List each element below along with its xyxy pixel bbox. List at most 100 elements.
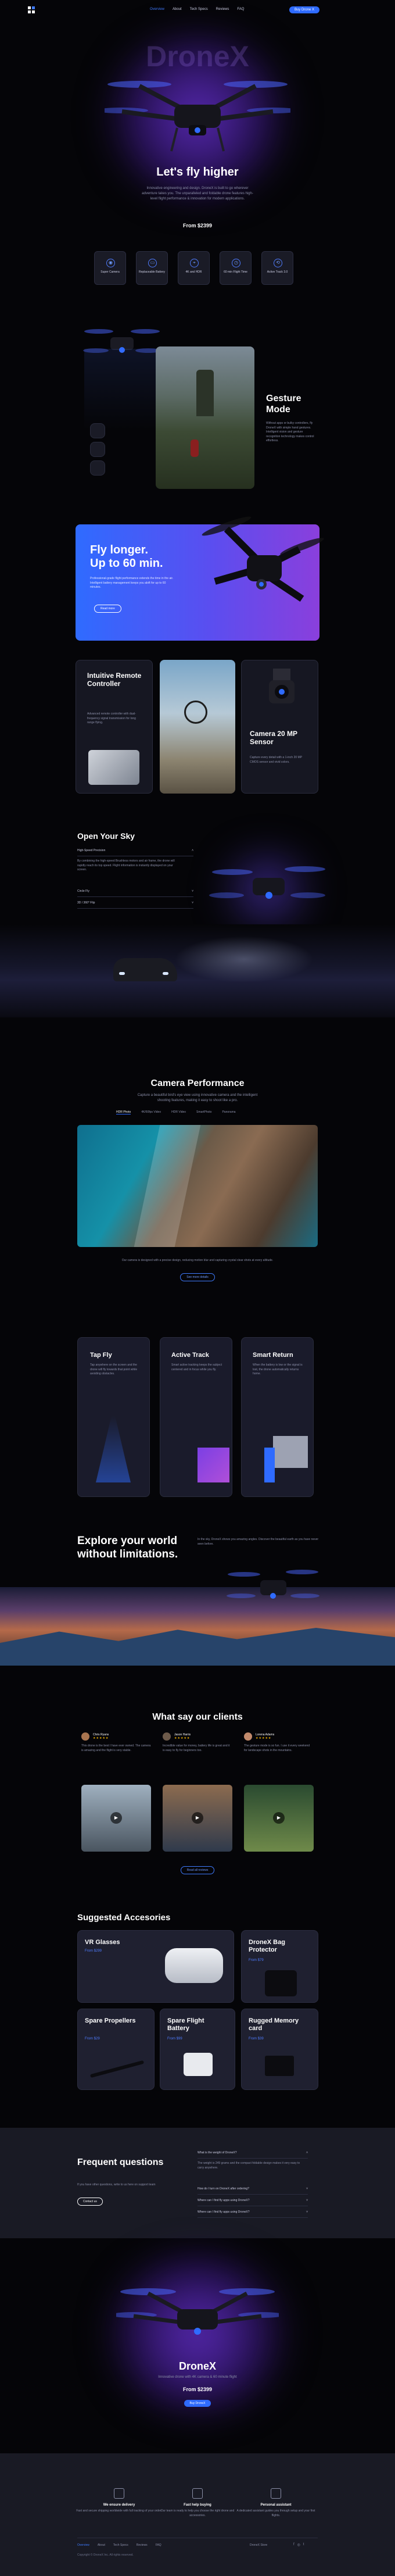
- footer-link[interactable]: Reviews: [137, 2543, 148, 2547]
- tab-4k-video[interactable]: 4K/60fps Video: [141, 1110, 161, 1114]
- assistant-icon: [271, 2488, 281, 2499]
- battery-icon: ▭: [148, 259, 157, 267]
- fly-longer-button[interactable]: Read more: [94, 605, 121, 613]
- faq-item[interactable]: Where can I find fly apps using DroneX? ˅: [198, 2210, 308, 2218]
- fly-longer-text: Professional-grade flight performance ex…: [90, 577, 174, 589]
- accessory-propellers[interactable]: Spare Propellers From $29: [77, 2009, 155, 2090]
- explore-text: In the sky, DroneX shows you amazing ang…: [198, 1538, 319, 1546]
- activetrack-shape: [198, 1448, 229, 1482]
- chevron-down-icon: ˅: [306, 2199, 308, 2202]
- mode-card-smartreturn: [241, 1337, 314, 1497]
- copyright: Copyright © DroneX Inc. All rights reser…: [77, 2553, 134, 2557]
- mode-text: Smart active tracking keeps the subject …: [171, 1363, 222, 1371]
- logo[interactable]: [28, 6, 35, 13]
- read-reviews-button[interactable]: Read all reviews: [180, 1866, 215, 1874]
- footer-link[interactable]: About: [98, 2543, 105, 2547]
- gesture-icon-photo[interactable]: [90, 460, 105, 476]
- car-shape: [113, 958, 177, 981]
- social-icons: f ◎ t: [293, 2543, 304, 2547]
- chevron-down-icon: ˅: [306, 2187, 308, 2191]
- twitter-icon[interactable]: t: [303, 2543, 304, 2547]
- avatar: [163, 1732, 171, 1741]
- see-details-button[interactable]: See more details: [180, 1273, 215, 1281]
- camera-perf-text: Capture a beautiful bird's eye view usin…: [137, 1094, 258, 1102]
- remote-text: Advanced remote controller with dual-fre…: [87, 712, 136, 724]
- headlight: [163, 972, 168, 975]
- accessory-bag[interactable]: DroneX Bag Protector From $79: [241, 1930, 318, 2003]
- feature-card: ⟲ Active Track 3.0: [261, 251, 293, 285]
- accessory-battery[interactable]: Spare Flight Battery From $99: [160, 2009, 235, 2090]
- feature-card: ◷ 60 min Flight Time: [220, 251, 252, 285]
- fly-longer-title: Fly longer. Up to 60 min.: [90, 544, 163, 570]
- nav-link-about[interactable]: About: [173, 8, 182, 11]
- propeller-image: [89, 2060, 145, 2078]
- camera-gimbal-image: [269, 669, 295, 703]
- tab-panorama[interactable]: Panorama: [222, 1110, 235, 1114]
- smartreturn-shape: [273, 1436, 308, 1468]
- nav-link-overview[interactable]: Overview: [150, 8, 164, 11]
- faq-item-open[interactable]: What is the weight of DroneX? ˄: [198, 2151, 308, 2159]
- chevron-down-icon: ˅: [192, 901, 193, 905]
- clock-icon: ◷: [232, 259, 240, 267]
- play-icon[interactable]: ▶: [110, 1812, 122, 1824]
- camera-perf-button-wrap: See more details: [0, 1273, 395, 1281]
- gps-icon: ⌖: [190, 259, 199, 267]
- contact-button[interactable]: Contact us: [77, 2198, 103, 2206]
- gesture-photo: [156, 346, 254, 489]
- avatar: [244, 1732, 252, 1741]
- biker-photo: [160, 660, 235, 794]
- stars: ★★★★★: [174, 1737, 191, 1740]
- review-video-3[interactable]: ▶: [244, 1785, 314, 1852]
- review-video-1[interactable]: ▶: [81, 1785, 151, 1852]
- vr-glasses-image: [165, 1948, 223, 1983]
- sky-item-flip[interactable]: 3D / 360° Flip ˅: [77, 901, 193, 909]
- accessory-vr-glasses[interactable]: VR Glasses From $299: [77, 1930, 234, 2003]
- tab-hdr-video[interactable]: HDR Video: [171, 1110, 186, 1114]
- remote-photo: [88, 750, 139, 785]
- mode-title: Smart Return: [253, 1352, 293, 1359]
- instagram-icon[interactable]: ◎: [297, 2543, 300, 2547]
- footer-link[interactable]: Overview: [77, 2543, 89, 2547]
- facebook-icon[interactable]: f: [293, 2543, 295, 2547]
- final-drone-image: [116, 2288, 279, 2335]
- buy-button[interactable]: Buy Drone X: [289, 6, 319, 13]
- feature-card: ◉ Super Camera: [94, 251, 126, 285]
- faq-item[interactable]: Where can I find fly apps using DroneX? ˅: [198, 2199, 308, 2206]
- reviews-button-wrap: Read all reviews: [0, 1866, 395, 1874]
- final-button-wrap: Buy DroneX: [0, 2400, 395, 2407]
- nav-links: Overview About Tech Specs Reviews FAQ: [150, 8, 244, 11]
- final-text: Innovative drone with 4K camera & 60 min…: [158, 2375, 237, 2379]
- footer-link[interactable]: FAQ: [156, 2543, 161, 2547]
- sky-item-circle[interactable]: Circle Fly ˅: [77, 889, 193, 897]
- chevron-down-icon: ˅: [306, 2210, 308, 2214]
- battery-image: [184, 2053, 213, 2076]
- smoke: [174, 936, 314, 982]
- tab-hdr-photo[interactable]: HDR Photo: [116, 1110, 131, 1114]
- gesture-icon-palm[interactable]: [90, 442, 105, 457]
- footer-link[interactable]: Tech Specs: [113, 2543, 128, 2547]
- footer-right: DroneX Store: [250, 2543, 268, 2547]
- play-icon[interactable]: ▶: [192, 1812, 203, 1824]
- explore-drone-image: [227, 1570, 319, 1599]
- camera20-text: Capture every detail with a 1-inch 20 MP…: [250, 756, 302, 764]
- feature-card: ⌖ 4K and HDR: [178, 251, 210, 285]
- sky-drone-image: [209, 866, 325, 899]
- sky-item-open[interactable]: High-Speed Precision ˄: [77, 849, 193, 856]
- delivery-icon: [114, 2488, 124, 2499]
- nav-link-reviews[interactable]: Reviews: [216, 8, 229, 11]
- final-buy-button[interactable]: Buy DroneX: [184, 2400, 211, 2407]
- review-video-2[interactable]: ▶: [163, 1785, 232, 1852]
- gesture-icon-hand[interactable]: [90, 423, 105, 438]
- tab-smartphoto[interactable]: SmartPhoto: [196, 1110, 211, 1114]
- sky-title: Open Your Sky: [77, 831, 135, 841]
- nav-link-faq[interactable]: FAQ: [237, 8, 244, 11]
- smartreturn-bar: [264, 1448, 275, 1482]
- accessory-memory-card[interactable]: Rugged Memory card From $39: [241, 2009, 318, 2090]
- mode-title: Active Track: [171, 1352, 209, 1359]
- hero-bg-word: DroneX: [146, 40, 249, 73]
- chevron-up-icon: ˄: [306, 2151, 308, 2155]
- nav-link-specs[interactable]: Tech Specs: [190, 8, 208, 11]
- camera-icon: ◉: [106, 259, 115, 267]
- faq-item[interactable]: How do I turn on DroneX after ordering? ˅: [198, 2187, 308, 2195]
- play-icon[interactable]: ▶: [273, 1812, 285, 1824]
